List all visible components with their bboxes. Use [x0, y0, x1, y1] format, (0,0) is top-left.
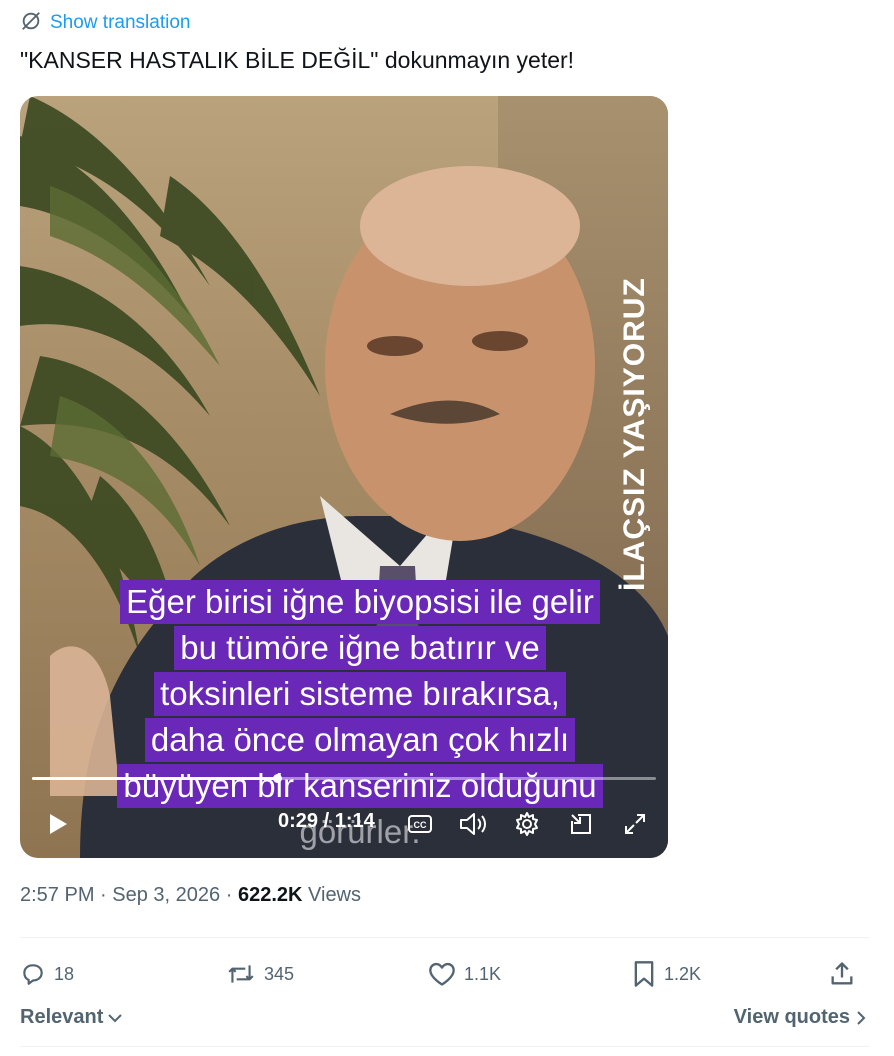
progress-handle[interactable]	[272, 774, 282, 783]
meta-separator: ·	[225, 884, 233, 906]
meta-separator: ·	[100, 884, 107, 906]
retweet-count: 345	[264, 963, 295, 984]
sort-label: Relevant	[20, 1006, 104, 1028]
views-label: Views	[308, 884, 362, 906]
bookmark-count: 1.2K	[664, 963, 702, 984]
picture-in-picture-icon	[571, 814, 591, 834]
video-progress-bar[interactable]	[32, 774, 656, 783]
fullscreen-icon	[625, 814, 645, 834]
sort-dropdown[interactable]: Relevant	[20, 1006, 123, 1029]
show-translation-button[interactable]: Show translation	[20, 10, 190, 36]
view-quotes-label: View quotes	[733, 1006, 850, 1028]
subtitle-line: Eğer birisi iğne biyopsisi ile gelir	[120, 580, 600, 624]
fullscreen-button[interactable]	[618, 804, 652, 844]
reply-icon	[23, 964, 43, 985]
tweet-meta: 2:57 PM · Sep 3, 2026 · 622.2K Views	[20, 884, 361, 907]
subtitle-line: bu tümöre iğne batırır ve	[174, 626, 546, 670]
divider	[20, 1046, 870, 1047]
tweet-actions: 18 345 1.1K 1.2K	[20, 952, 870, 996]
video-controls: 0:29 / 1:14 CC	[20, 804, 668, 844]
captions-button[interactable]: CC	[404, 804, 436, 844]
reply-count: 18	[54, 963, 75, 984]
gear-icon	[516, 812, 538, 836]
svg-text:CC: CC	[414, 820, 427, 830]
translate-icon	[20, 10, 42, 37]
divider	[20, 937, 870, 938]
volume-button[interactable]	[456, 804, 490, 844]
video-player[interactable]: İLAÇSIZ YAŞIYORUZ Eğer birisi iğne biyop…	[20, 96, 668, 858]
share-button[interactable]	[828, 952, 856, 996]
chevron-right-icon	[857, 1010, 866, 1025]
bookmark-button[interactable]: 1.2K	[632, 952, 701, 996]
reply-button[interactable]: 18	[20, 952, 74, 996]
subtitle-line: toksinleri sisteme bırakırsa,	[154, 672, 566, 716]
view-quotes-link[interactable]: View quotes	[734, 1006, 866, 1029]
play-icon	[50, 814, 67, 834]
tweet-date[interactable]: Sep 3, 2026	[112, 884, 220, 906]
watermark-text: İLAÇSIZ YAŞIYORUZ	[618, 277, 651, 591]
progress-fill	[32, 777, 277, 780]
share-icon	[831, 962, 853, 985]
volume-icon	[460, 813, 486, 835]
bookmark-icon	[634, 961, 654, 987]
retweet-button[interactable]: 345	[226, 952, 294, 996]
tweet-footer: Relevant View quotes	[20, 1006, 870, 1036]
play-button[interactable]	[40, 804, 76, 844]
tweet-time[interactable]: 2:57 PM	[20, 884, 94, 906]
captions-icon: CC	[408, 815, 432, 833]
tweet-text: "KANSER HASTALIK BİLE DEĞİL" dokunmayın …	[20, 47, 575, 73]
watermark-logo: İLAÇSIZ YAŞIYORUZ	[618, 277, 651, 591]
views-count: 622.2K	[237, 884, 303, 906]
picture-in-picture-button[interactable]	[564, 804, 598, 844]
show-translation-label: Show translation	[50, 12, 191, 33]
settings-button[interactable]	[510, 804, 544, 844]
retweet-icon	[228, 965, 254, 983]
subtitle-line: daha önce olmayan çok hızlı	[144, 718, 576, 762]
subtitle-line: büyüyen bir kanseriniz olduğunu	[117, 764, 603, 808]
video-time: 0:29 / 1:14	[278, 810, 375, 832]
like-button[interactable]: 1.1K	[428, 952, 501, 996]
chevron-down-icon	[108, 1013, 123, 1022]
heart-icon	[429, 962, 455, 986]
like-count: 1.1K	[464, 963, 502, 984]
